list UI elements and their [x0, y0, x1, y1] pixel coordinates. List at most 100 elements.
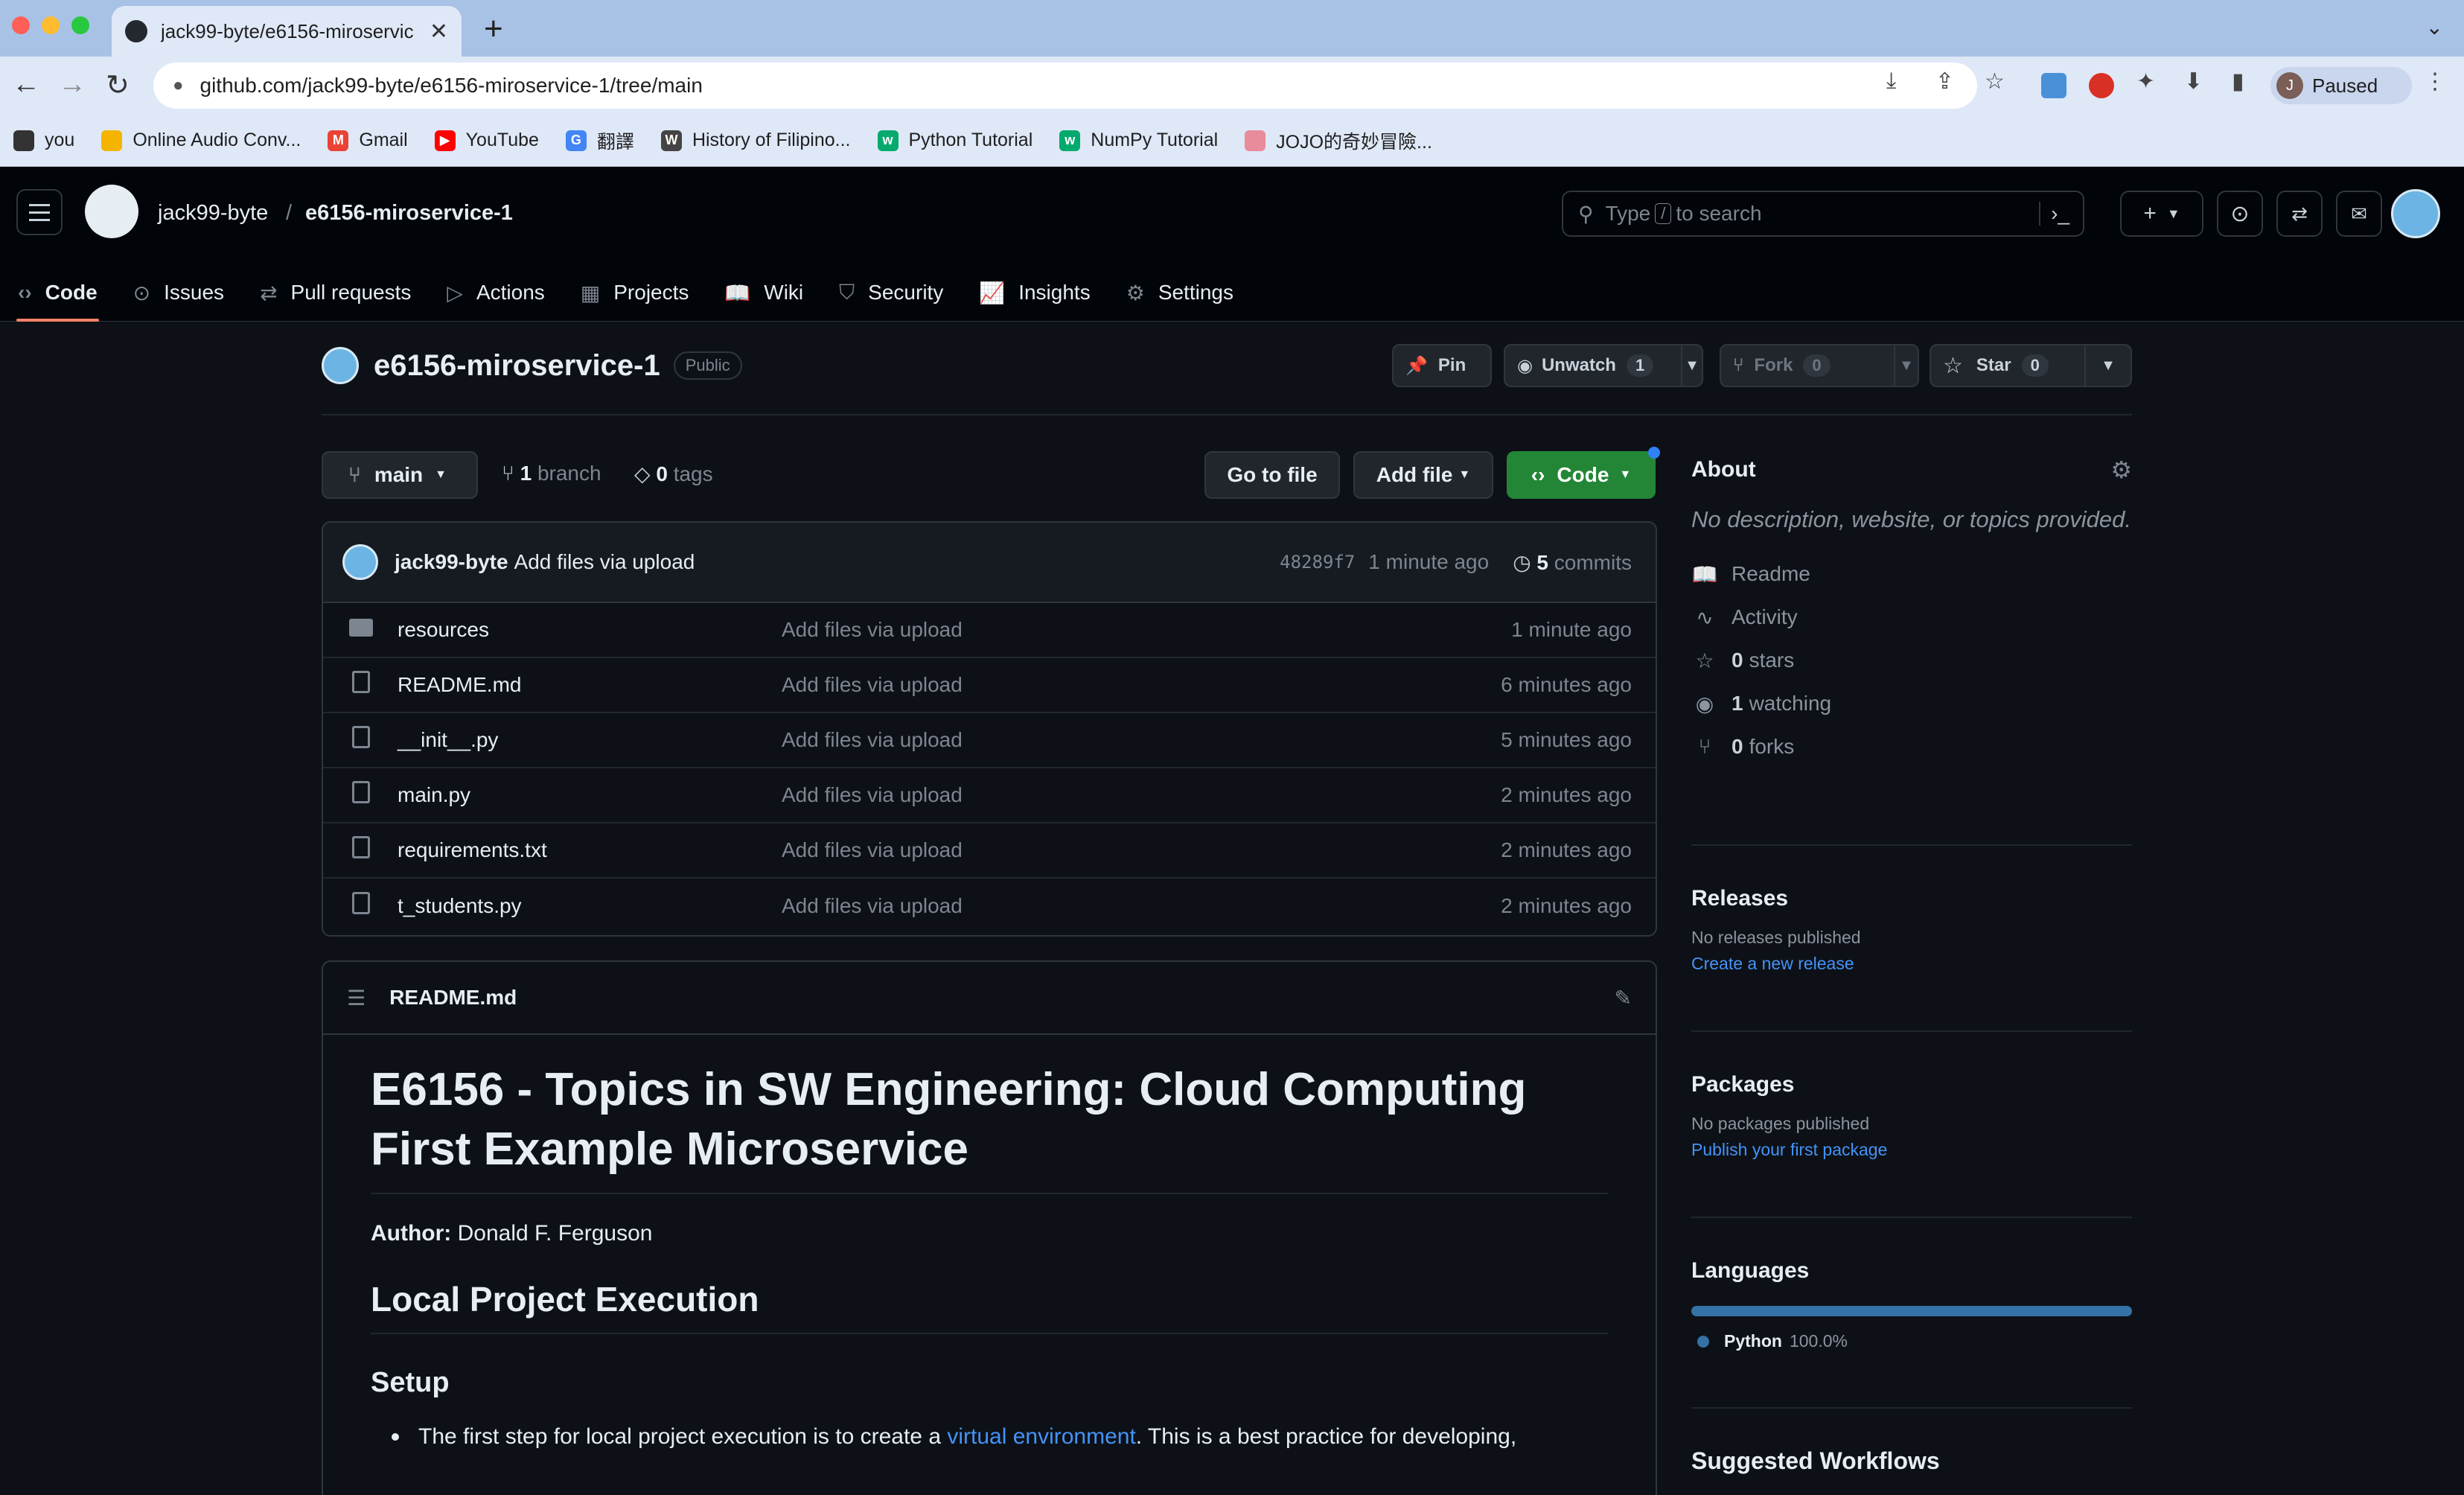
site-info-icon[interactable]: ● [173, 75, 184, 96]
bookmark-item[interactable]: ▶ YouTube [434, 130, 539, 151]
file-row[interactable]: requirements.txt Add files via upload 2 … [323, 823, 1656, 879]
branch-selector[interactable]: ⑂ main ▼ [322, 451, 478, 499]
code-button[interactable]: ‹› Code ▼ [1507, 451, 1656, 499]
browser-tab-active[interactable]: jack99-byte/e6156-miroservice-1 ✕ [112, 6, 462, 57]
file-commit-message[interactable]: Add files via upload [782, 728, 963, 752]
close-window-button[interactable] [12, 16, 30, 34]
bookmark-item[interactable]: w NumPy Tutorial [1059, 130, 1218, 151]
inbox-button[interactable]: ✉ [2336, 191, 2382, 237]
language-python[interactable]: Python 100.0% [1691, 1331, 2132, 1351]
create-new-button[interactable]: + ▼ [2120, 191, 2203, 237]
file-commit-message[interactable]: Add files via upload [782, 618, 963, 642]
bookmark-star-icon[interactable]: ☆ [1985, 68, 2005, 95]
packages-heading[interactable]: Packages [1691, 1072, 2132, 1097]
watch-options-dropdown[interactable]: ▼ [1681, 344, 1703, 387]
commits-link[interactable]: ◷ 5 commits [1513, 550, 1632, 575]
bookmark-item[interactable]: G 翻譯 [565, 127, 634, 154]
commit-author[interactable]: jack99-byte [395, 550, 508, 574]
tab-close-icon[interactable]: ✕ [430, 19, 448, 45]
file-row[interactable]: resources Add files via upload 1 minute … [323, 603, 1656, 658]
bookmark-item[interactable]: w Python Tutorial [877, 130, 1032, 151]
adblock-extension-icon[interactable] [2089, 73, 2114, 98]
issues-button[interactable]: ⊙ [2217, 191, 2263, 237]
bookmark-item[interactable]: Online Audio Conv... [101, 130, 301, 151]
extensions-puzzle-icon[interactable]: ✦ [2136, 68, 2155, 95]
file-name[interactable]: README.md [398, 673, 782, 697]
install-app-icon[interactable]: ⤓ [1886, 68, 1896, 94]
tab-projects[interactable]: ▦ Projects [563, 264, 707, 322]
tab-settings[interactable]: ⚙ Settings [1108, 264, 1251, 322]
branches-link[interactable]: ⑂ 1 branch [502, 462, 601, 485]
file-commit-message[interactable]: Add files via upload [782, 894, 963, 918]
bookmark-item[interactable]: JOJO的奇妙冒險... [1245, 127, 1432, 154]
minimize-window-button[interactable] [42, 16, 60, 34]
file-commit-message[interactable]: Add files via upload [782, 673, 963, 697]
about-item-stars[interactable]: ☆ 0 stars [1691, 639, 2132, 682]
create-release-link[interactable]: Create a new release [1691, 954, 2132, 974]
file-row[interactable]: __init__.py Add files via upload 5 minut… [323, 713, 1656, 768]
tags-link[interactable]: ◇ 0 tags [634, 462, 713, 486]
user-avatar[interactable] [2391, 189, 2440, 238]
star-lists-dropdown[interactable]: ▼ [2084, 344, 2132, 387]
tab-security[interactable]: ⛉ Security [821, 264, 961, 322]
side-panel-icon[interactable]: ▮ [2232, 68, 2244, 95]
repo-name[interactable]: e6156-miroservice-1 [374, 349, 660, 383]
tab-issues[interactable]: ⊙ Issues [115, 264, 242, 322]
new-tab-button[interactable]: + [484, 10, 503, 48]
file-name[interactable]: __init__.py [398, 728, 782, 752]
pull-requests-button[interactable]: ⇄ [2276, 191, 2323, 237]
file-name[interactable]: requirements.txt [398, 838, 782, 862]
unwatch-button[interactable]: ◉ Unwatch 1 [1504, 344, 1682, 387]
back-arrow-icon[interactable]: ← [12, 68, 40, 101]
github-logo-icon[interactable] [85, 185, 138, 238]
tab-insights[interactable]: 📈 Insights [961, 264, 1108, 322]
command-palette-icon[interactable]: ›_ [2039, 202, 2069, 226]
downloads-icon[interactable]: ⬇ [2184, 68, 2203, 95]
tab-actions[interactable]: ▷ Actions [429, 264, 562, 322]
file-row[interactable]: main.py Add files via upload 2 minutes a… [323, 768, 1656, 823]
tab-code[interactable]: ‹› Code [0, 264, 115, 322]
browser-menu-icon[interactable]: ⋮ [2424, 68, 2446, 95]
search-input[interactable]: ⚲ Type / to search ›_ [1562, 191, 2084, 237]
pencil-icon[interactable]: ✎ [1615, 986, 1632, 1010]
forward-arrow-icon[interactable]: → [58, 68, 86, 101]
file-name[interactable]: t_students.py [398, 894, 782, 918]
go-to-file-button[interactable]: Go to file [1204, 451, 1340, 499]
about-item-activity[interactable]: ∿ Activity [1691, 596, 2132, 639]
share-icon[interactable]: ⇪ [1935, 68, 1954, 95]
zoom-window-button[interactable] [71, 16, 89, 34]
publish-package-link[interactable]: Publish your first package [1691, 1140, 2132, 1160]
repo-owner-avatar[interactable] [322, 347, 359, 384]
file-commit-message[interactable]: Add files via upload [782, 838, 963, 862]
bookmark-item[interactable]: you [13, 130, 74, 151]
readme-filename[interactable]: README.md [389, 986, 517, 1010]
file-row[interactable]: README.md Add files via upload 6 minutes… [323, 658, 1656, 713]
file-name[interactable]: resources [398, 618, 782, 642]
reload-icon[interactable]: ↻ [106, 68, 130, 102]
file-row[interactable]: t_students.py Add files via upload 2 min… [323, 879, 1656, 934]
hamburger-menu-icon[interactable] [16, 189, 63, 235]
star-button[interactable]: ☆ Star 0 [1930, 344, 2086, 387]
address-bar[interactable]: ● github.com/jack99-byte/e6156-miroservi… [153, 63, 1977, 109]
virtual-environment-link[interactable]: virtual environment [947, 1424, 1135, 1449]
tab-wiki[interactable]: 📖 Wiki [706, 264, 821, 322]
list-unordered-icon[interactable]: ☰ [347, 986, 366, 1010]
extension-icon[interactable] [2041, 73, 2066, 98]
about-item-forks[interactable]: ⑂ 0 forks [1691, 725, 2132, 768]
file-commit-message[interactable]: Add files via upload [782, 783, 963, 807]
about-item-readme[interactable]: 📖 Readme [1691, 552, 2132, 596]
commit-sha[interactable]: 48289f7 [1280, 552, 1355, 573]
fork-options-dropdown[interactable]: ▼ [1894, 344, 1919, 387]
pin-button[interactable]: 📌 Pin [1392, 344, 1492, 387]
breadcrumb-owner[interactable]: jack99-byte [158, 201, 268, 226]
breadcrumb-repo[interactable]: e6156-miroservice-1 [305, 201, 513, 226]
file-name[interactable]: main.py [398, 783, 782, 807]
releases-heading[interactable]: Releases [1691, 886, 2132, 911]
bookmark-item[interactable]: M Gmail [328, 130, 408, 151]
bookmark-item[interactable]: W History of Filipino... [660, 130, 851, 151]
about-item-watching[interactable]: ◉ 1 watching [1691, 682, 2132, 725]
commit-message[interactable]: Add files via upload [514, 550, 695, 574]
tab-search-chevron-icon[interactable]: ⌄ [2426, 15, 2443, 39]
add-file-button[interactable]: Add file ▼ [1353, 451, 1493, 499]
fork-button[interactable]: ⑂ Fork 0 [1720, 344, 1895, 387]
